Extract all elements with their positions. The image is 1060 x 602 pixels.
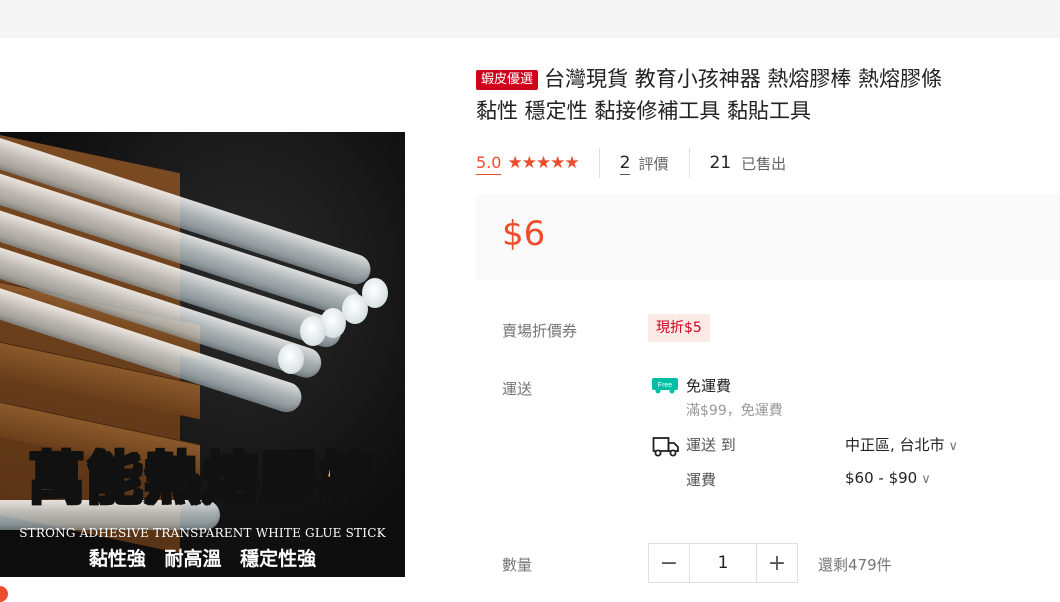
rating-score[interactable]: 5.0 (476, 152, 502, 175)
free-shipping-icon: Free (652, 378, 678, 394)
product-title-line-2: 黏性 穩定性 黏接修補工具 黏貼工具 (476, 99, 812, 123)
image-headline: 萬能熱熔膠棒 (27, 446, 377, 514)
ship-location-text: 中正區, 台北市 (845, 436, 945, 454)
quantity-stepper: − 1 + (648, 543, 798, 583)
price: $6 (502, 214, 546, 254)
truck-icon (652, 437, 679, 457)
preferred-badge: 蝦皮優選 (476, 70, 539, 90)
star-icon: ★★★★★ (507, 153, 579, 173)
floating-badge (0, 586, 8, 602)
increase-button[interactable]: + (757, 544, 797, 582)
chevron-down-icon: ∨ (948, 439, 959, 454)
divider (598, 148, 600, 178)
ship-fee-text: $60 - $90 (845, 469, 918, 487)
shipping-label: 運送 (502, 380, 533, 398)
review-count[interactable]: 2 (619, 152, 631, 175)
glue-stick-end (278, 344, 304, 374)
voucher-tag[interactable]: 現折$5 (648, 314, 710, 342)
quantity-input[interactable]: 1 (689, 544, 757, 582)
product-title-text: 台灣現貨 教育小孩神器 熱熔膠棒 熱熔膠條 (544, 67, 943, 91)
price-box: $6 (476, 194, 1060, 280)
decrease-button[interactable]: − (649, 544, 689, 582)
glue-stick-end (300, 316, 326, 346)
top-bar (0, 0, 1060, 38)
quantity-label: 數量 (502, 556, 533, 574)
product-title-line-1: 蝦皮優選 台灣現貨 教育小孩神器 熱熔膠棒 熱熔膠條 (476, 64, 942, 94)
voucher-label: 賣場折價券 (502, 322, 578, 340)
image-subline: STRONG ADHESIVE TRANSPARENT WHITE GLUE S… (19, 526, 386, 540)
rating-row: 5.0 ★★★★★ 2 評價 21 已售出 (476, 148, 786, 178)
chevron-down-icon: ∨ (921, 472, 931, 487)
product-image[interactable]: 萬能熱熔膠棒 STRONG ADHESIVE TRANSPARENT WHITE… (0, 132, 405, 577)
ship-to-label: 運送 到 (686, 436, 736, 454)
ship-location-select[interactable]: 中正區, 台北市 ∨ (845, 434, 958, 455)
ship-fee-label: 運費 (686, 471, 717, 489)
sold-label: 已售出 (741, 154, 787, 173)
free-icon-text: Free (658, 382, 673, 389)
ship-fee-select[interactable]: $60 - $90 ∨ (845, 469, 931, 487)
sold-count: 21 (709, 153, 732, 173)
glue-stick-end (342, 294, 368, 324)
review-label: 評價 (638, 154, 669, 173)
free-shipping-text: 免運費 (686, 377, 732, 395)
free-shipping-condition: 滿$99，免運費 (686, 403, 783, 419)
image-features: 黏性強 耐高溫 穩定性強 (88, 548, 317, 570)
divider (688, 148, 690, 178)
stock-remaining: 還剩479件 (818, 556, 892, 574)
